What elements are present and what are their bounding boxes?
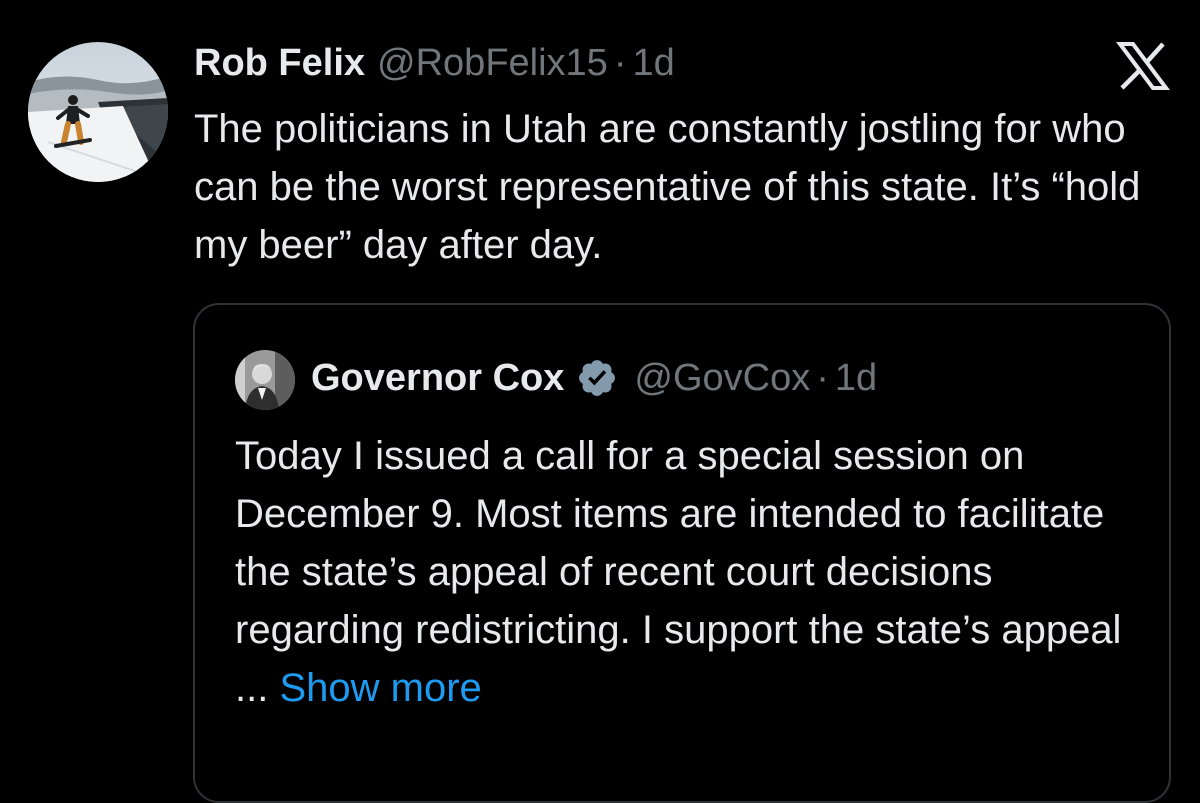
quoted-tweet-card[interactable]: Governor Cox @GovCox · 1d Today I issued… <box>193 303 1171 803</box>
quoted-tweet-text: Today I issued a call for a special sess… <box>235 427 1135 717</box>
author-handle[interactable]: @RobFelix15 <box>377 38 608 88</box>
quoted-header-separator: · <box>816 357 829 399</box>
quoted-tweet-timestamp[interactable]: 1d <box>835 353 877 403</box>
quoted-tweet-header: Governor Cox @GovCox · 1d <box>311 353 877 403</box>
tweet-text: The politicians in Utah are constantly j… <box>194 107 1141 267</box>
quoted-author-handle[interactable]: @GovCox <box>634 353 810 403</box>
author-avatar[interactable] <box>28 42 168 182</box>
x-logo-icon[interactable] <box>1116 42 1170 90</box>
author-display-name[interactable]: Rob Felix <box>194 38 365 88</box>
snowboarder-avatar-image <box>28 42 168 182</box>
quoted-author-avatar[interactable] <box>235 350 295 410</box>
show-more-link[interactable]: Show more <box>279 666 481 710</box>
quoted-author-display-name[interactable]: Governor Cox <box>311 353 564 403</box>
verified-badge-icon <box>576 357 618 399</box>
tweet-timestamp[interactable]: 1d <box>632 38 674 88</box>
tweet: Rob Felix @RobFelix15 · 1d The politicia… <box>0 0 1200 803</box>
tweet-header: Rob Felix @RobFelix15 · 1d <box>194 38 675 88</box>
governor-avatar-image <box>235 350 295 410</box>
header-separator: · <box>613 42 627 84</box>
